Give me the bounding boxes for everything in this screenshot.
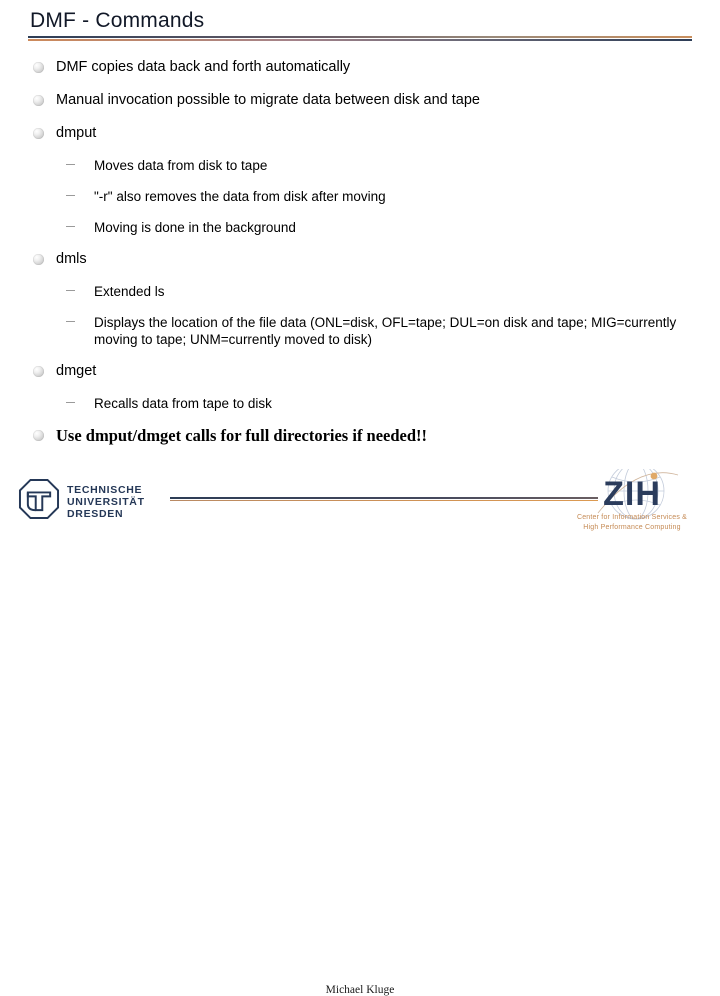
sphere-bullet-icon xyxy=(33,254,44,265)
dash-bullet-icon xyxy=(66,164,75,165)
tu-dresden-line-3: DRESDEN xyxy=(67,507,124,520)
list-item: Displays the location of the file data (… xyxy=(30,314,690,348)
dash-bullet-icon xyxy=(66,195,75,196)
tu-dresden-line-1: TECHNISCHE xyxy=(67,483,143,496)
title-block: DMF - Commands xyxy=(30,8,690,34)
zih-logo: ZIH Center for Information Services & Hi… xyxy=(558,462,706,539)
sphere-bullet-icon xyxy=(33,95,44,106)
zih-subtitle: Center for Information Services & High P… xyxy=(558,513,706,532)
list-item-label: Moves data from disk to tape xyxy=(94,158,268,173)
tu-dresden-logo: TECHNISCHE UNIVERSITÄT DRESDEN xyxy=(18,478,145,525)
slide-canvas: DMF - Commands DMF copies data back and … xyxy=(0,0,720,996)
list-item-label: DMF copies data back and forth automatic… xyxy=(56,59,351,75)
dash-bullet-icon xyxy=(66,402,75,403)
dash-bullet-icon xyxy=(66,290,75,291)
list-item-label: dmls xyxy=(56,251,87,267)
tu-dresden-octagon-icon xyxy=(18,478,60,525)
dash-bullet-icon xyxy=(66,226,75,227)
presenter-name: Michael Kluge xyxy=(325,984,395,996)
zih-subtitle-line-2: High Performance Computing xyxy=(583,523,681,531)
list-item-label: Moving is done in the background xyxy=(94,220,296,235)
title-divider-dark-line xyxy=(28,36,692,38)
list-item: Manual invocation possible to migrate da… xyxy=(30,91,690,110)
title-divider xyxy=(28,36,692,42)
svg-text:ZIH: ZIH xyxy=(603,475,661,513)
sphere-bullet-icon xyxy=(33,62,44,73)
list-item: Moves data from disk to tape xyxy=(30,157,690,174)
title-divider-orange-line xyxy=(28,39,692,41)
list-item: Use dmput/dmget calls for full directori… xyxy=(30,426,690,445)
list-item: DMF copies data back and forth automatic… xyxy=(30,58,690,77)
list-item: dmput xyxy=(30,124,690,143)
list-item: Moving is done in the background xyxy=(30,219,690,236)
list-item-label: "-r" also removes the data from disk aft… xyxy=(94,189,386,204)
tu-dresden-wordmark: TECHNISCHE UNIVERSITÄT DRESDEN xyxy=(67,484,145,520)
footer-divider xyxy=(170,497,598,502)
bullet-list: DMF copies data back and forth automatic… xyxy=(30,58,690,459)
list-item: dmls xyxy=(30,250,690,269)
page-title: DMF - Commands xyxy=(30,9,205,32)
sphere-bullet-icon xyxy=(33,128,44,139)
footer-divider-dark-line xyxy=(170,497,598,499)
list-item: "-r" also removes the data from disk aft… xyxy=(30,188,690,205)
list-item-label: dmput xyxy=(56,125,97,141)
list-item-label: Recalls data from tape to disk xyxy=(94,396,272,411)
list-item-label: dmget xyxy=(56,363,97,379)
sphere-bullet-icon xyxy=(33,430,44,441)
list-item-label: Extended ls xyxy=(94,284,165,299)
dash-bullet-icon xyxy=(66,321,75,322)
list-item-label: Displays the location of the file data (… xyxy=(94,315,677,347)
slide-footer: TECHNISCHE UNIVERSITÄT DRESDEN ZIH Cente… xyxy=(0,462,720,996)
tu-dresden-line-2: UNIVERSITÄT xyxy=(67,495,145,508)
footer-divider-orange-line xyxy=(170,500,598,502)
list-item-label: Use dmput/dmget calls for full directori… xyxy=(56,426,428,445)
list-item: Extended ls xyxy=(30,283,690,300)
zih-subtitle-line-1: Center for Information Services & xyxy=(576,514,688,521)
list-item-label: Manual invocation possible to migrate da… xyxy=(56,92,480,108)
sphere-bullet-icon xyxy=(33,366,44,377)
list-item: dmget xyxy=(30,362,690,381)
list-item: Recalls data from tape to disk xyxy=(30,395,690,412)
